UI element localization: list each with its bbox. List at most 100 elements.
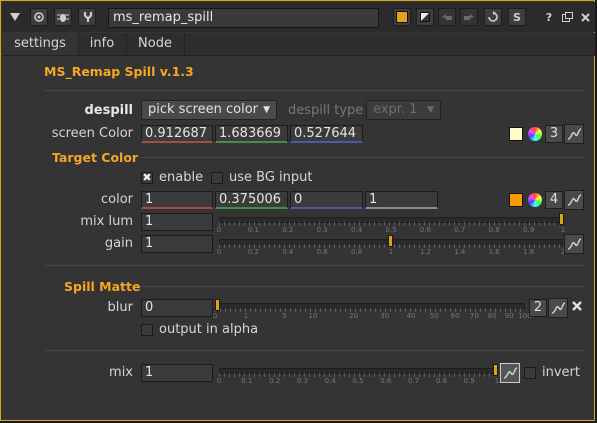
slider-tick-label: 0.5 <box>352 377 364 385</box>
use-bg-checkbox[interactable] <box>211 172 223 184</box>
slider-handle[interactable] <box>388 235 393 247</box>
bug-icon[interactable] <box>54 8 72 26</box>
float-icon[interactable] <box>558 8 576 26</box>
color-r-input[interactable]: 1 <box>141 191 213 209</box>
tab-info[interactable]: info <box>78 33 127 55</box>
mix-lum-label: mix lum <box>80 214 133 229</box>
slider-tick-label: 1 <box>243 312 249 320</box>
slider-tick-label: 0.3 <box>296 377 308 385</box>
color-wheel-icon[interactable] <box>528 193 542 207</box>
tab-bar: settings info Node <box>2 33 595 56</box>
help-icon[interactable]: ? <box>540 8 558 26</box>
slider-tick-label: 0 <box>216 377 222 385</box>
blur-input[interactable]: 0 <box>141 299 213 317</box>
slider-handle[interactable] <box>493 364 498 376</box>
screen-color-b-input[interactable]: 0.527644 <box>290 125 363 143</box>
slider-tick-label: 0.1 <box>241 377 253 385</box>
despill-type-value: expr. 1 <box>373 102 418 117</box>
divider <box>141 157 584 158</box>
divider <box>44 90 584 91</box>
color-wheel-icon[interactable] <box>528 127 542 141</box>
despill-method-dropdown[interactable]: pick screen color ▼ <box>141 100 277 120</box>
wrench-icon[interactable] <box>78 8 96 26</box>
close-icon[interactable] <box>571 300 583 312</box>
despill-label: despill <box>84 103 133 118</box>
spill-matte-section: Spill Matte <box>64 279 141 294</box>
screen-color-g-input[interactable]: 1.683669 <box>215 125 288 143</box>
screen-color-channels[interactable]: 3 <box>545 125 563 143</box>
tab-settings[interactable]: settings <box>2 33 79 55</box>
enable-label: enable <box>159 170 204 185</box>
curve-icon[interactable] <box>564 190 584 210</box>
slider-tick-label: 0 <box>216 226 222 234</box>
slider-tick-label: 1.2 <box>419 248 431 256</box>
slider-tick-label: 0.6 <box>316 248 328 256</box>
chevron-down-icon: ▼ <box>427 105 434 115</box>
screen-color-swatch[interactable] <box>509 127 523 141</box>
title-bar: ms_remap_spill S ? <box>2 2 595 32</box>
revert-icon[interactable] <box>484 8 502 26</box>
target-color-section: Target Color <box>52 150 139 165</box>
slider-tick-label: 0.6 <box>419 226 431 234</box>
slider-tick-label: 0.7 <box>454 226 466 234</box>
mix-slider[interactable]: 0 0.1 0.2 0.3 0.4 0.5 0.6 0.7 0.8 0.9 1 <box>216 364 500 386</box>
tab-node[interactable]: Node <box>126 33 185 55</box>
panel-title: MS_Remap Spill v.1.3 <box>44 64 194 79</box>
slider-tick-label: 0.2 <box>282 226 294 234</box>
color-a-input[interactable]: 1 <box>365 191 438 209</box>
use-bg-label: use BG input <box>229 170 313 185</box>
slider-tick-label: 0.4 <box>324 377 336 385</box>
blur-slider[interactable]: 0 1 5 10 20 30 40 50 60 70 80 90 100 <box>212 299 532 321</box>
slider-tick-label: 0.7 <box>408 377 420 385</box>
slider-tick-label: 0.4 <box>282 248 294 256</box>
slider-tick-label: 0.2 <box>269 377 281 385</box>
node-name-input[interactable]: ms_remap_spill <box>108 8 379 28</box>
color-icon[interactable] <box>393 8 411 26</box>
color-g-input[interactable]: 0.375006 <box>215 191 288 209</box>
mix-lum-input[interactable]: 1 <box>141 213 213 231</box>
properties-panel: ms_remap_spill S ? settings info Node MS… <box>0 0 595 421</box>
mix-input[interactable]: 1 <box>141 364 213 382</box>
invert-checkbox[interactable] <box>524 367 536 379</box>
slider-handle[interactable] <box>215 299 220 311</box>
slider-tick-label: 60 <box>450 312 460 320</box>
slider-tick-label: 1 <box>494 377 500 385</box>
slider-tick-label: 0.3 <box>316 226 328 234</box>
s-icon[interactable]: S <box>508 8 526 26</box>
slider-tick-label: 0.2 <box>247 248 259 256</box>
slider-tick-label: 0.6 <box>380 377 392 385</box>
collapse-icon[interactable] <box>6 8 24 26</box>
color-swatch[interactable] <box>509 193 523 207</box>
divider <box>141 286 584 287</box>
center-icon[interactable] <box>30 8 48 26</box>
redo-icon[interactable] <box>460 8 478 26</box>
gain-slider[interactable]: 0 0.2 0.4 0.6 0.8 1 1.2 1.4 1.6 1.8 2 <box>217 235 565 257</box>
divider <box>44 350 584 351</box>
screen-color-r-input[interactable]: 0.912687 <box>141 125 213 143</box>
enable-checkbox[interactable]: ✖ <box>141 172 153 184</box>
slider-tick-label: 0 <box>212 312 218 320</box>
curve-icon[interactable] <box>564 124 584 144</box>
slider-tick-label: 1.8 <box>523 248 535 256</box>
close-icon[interactable] <box>576 8 594 26</box>
color-b-input[interactable]: 0 <box>290 191 363 209</box>
slider-handle[interactable] <box>559 213 564 225</box>
blur-channels[interactable]: 2 <box>529 299 547 317</box>
mix-lum-slider[interactable]: 0 0.1 0.2 0.3 0.4 0.5 0.6 0.7 0.8 0.9 1 <box>216 213 565 235</box>
invert-label: invert <box>542 365 580 380</box>
gain-label: gain <box>104 236 133 251</box>
slider-tick-label: 0.5 <box>385 226 397 234</box>
gain-input[interactable]: 1 <box>141 235 213 253</box>
color-channels[interactable]: 4 <box>545 191 563 209</box>
curve-icon[interactable] <box>500 363 520 383</box>
slider-tick-label: 1 <box>388 248 394 256</box>
curve-icon[interactable] <box>564 234 584 254</box>
output-alpha-checkbox[interactable] <box>141 324 153 336</box>
curve-icon[interactable] <box>548 298 568 318</box>
undo-icon[interactable] <box>438 8 456 26</box>
slider-tick-label: 0.9 <box>523 226 535 234</box>
slider-tick-label: 90 <box>504 312 514 320</box>
transparency-icon[interactable] <box>416 8 434 26</box>
slider-tick-label: 5 <box>282 312 287 320</box>
slider-tick-label: 40 <box>406 312 416 320</box>
